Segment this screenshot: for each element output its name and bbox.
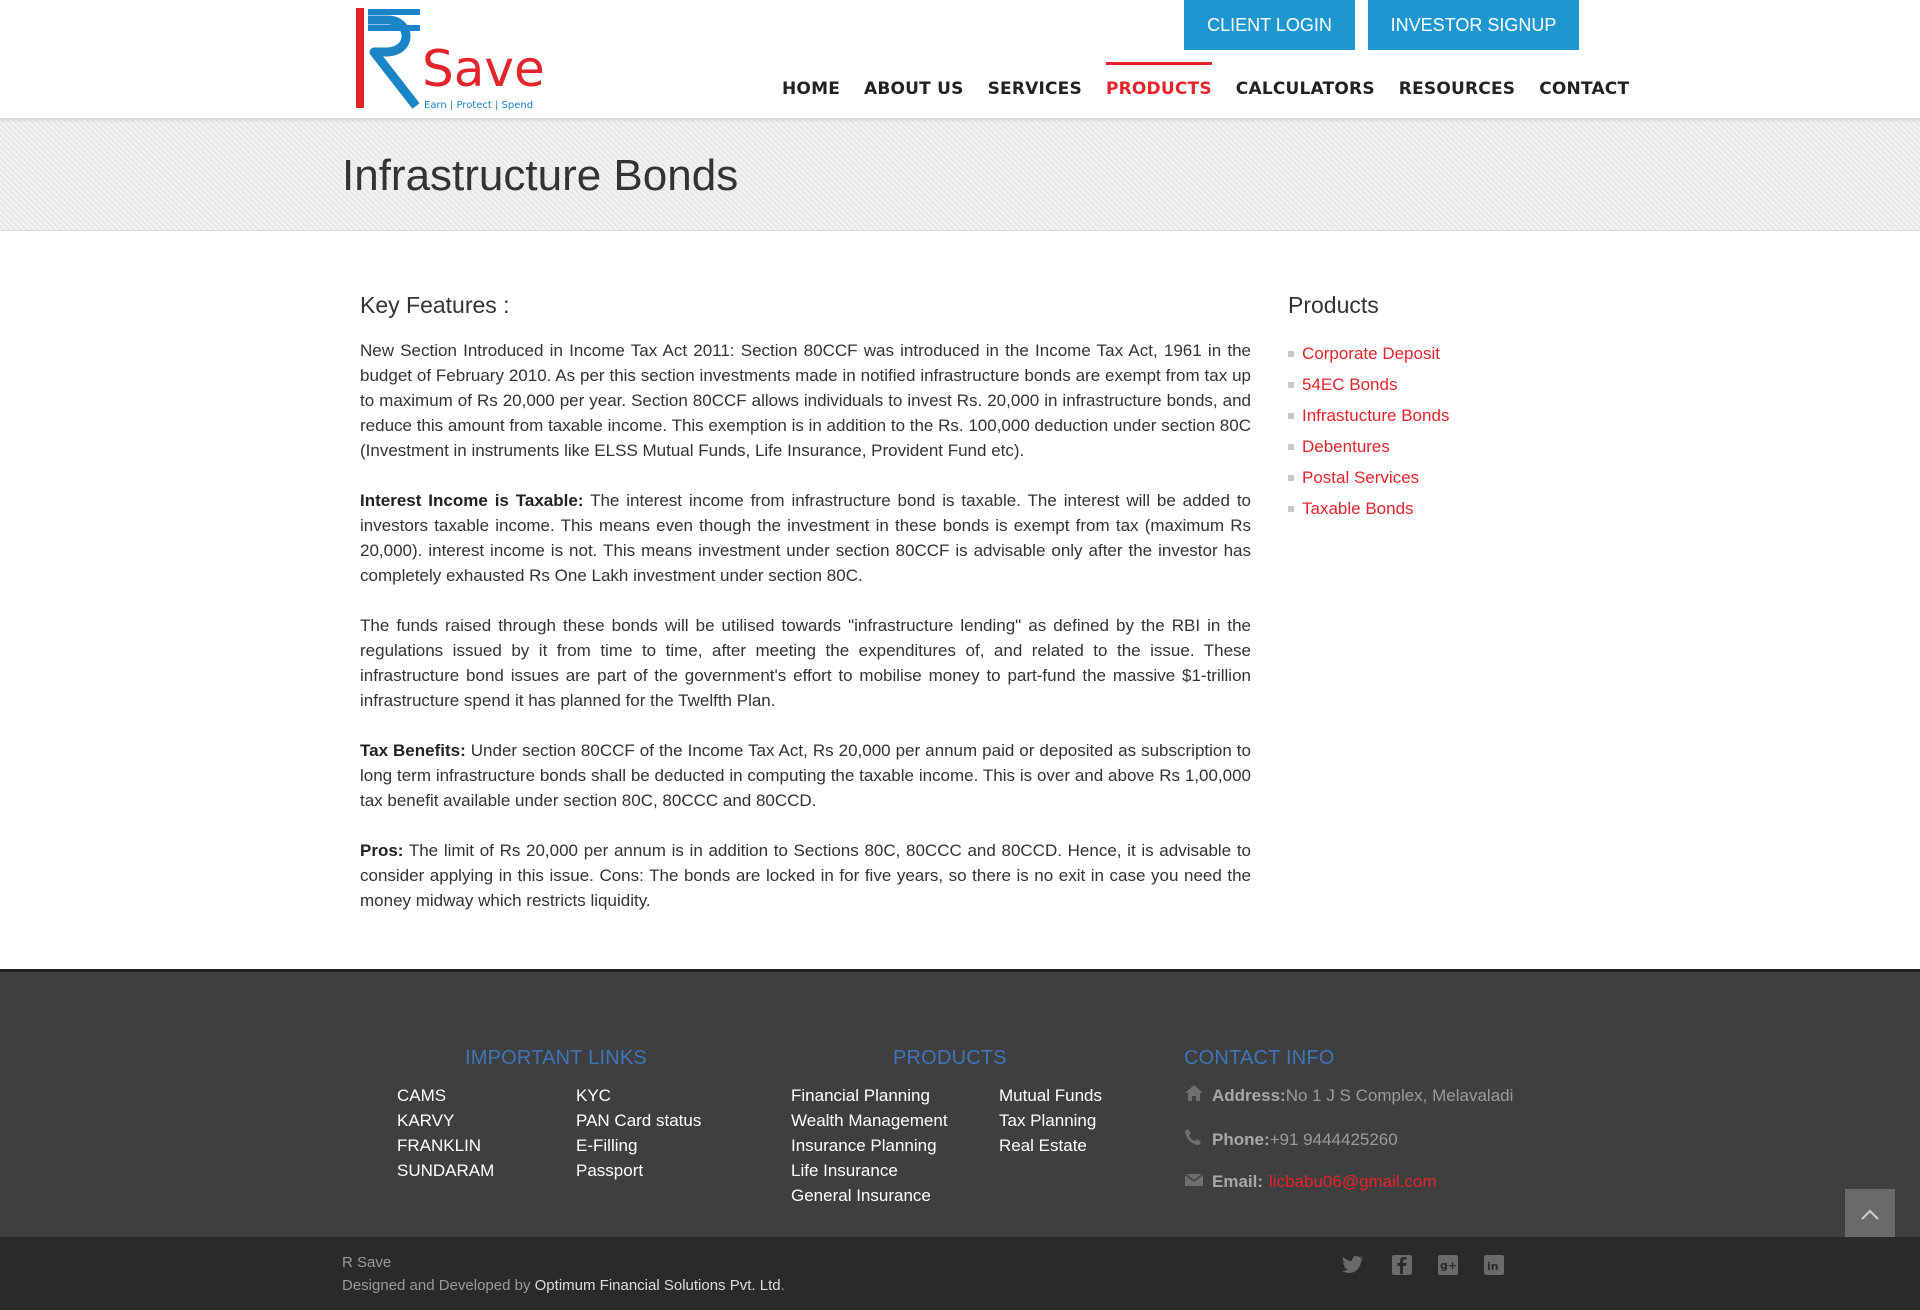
address-value: No 1 J S Complex, Melavaladi [1285, 1085, 1514, 1105]
contact-address: Address: No 1 J S Complex, Melavaladi [1184, 1084, 1513, 1107]
footer-link-passport[interactable]: Passport [576, 1158, 643, 1183]
chevron-up-icon [1861, 1209, 1879, 1220]
footer-link-e-filling[interactable]: E-Filling [576, 1133, 637, 1158]
paragraph-interest-taxable: Interest Income is Taxable: The interest… [360, 488, 1251, 588]
page-title-band: Infrastructure Bonds [0, 119, 1920, 231]
contact-phone: Phone: +91 9444425260 [1184, 1128, 1398, 1151]
site-name: R Save [342, 1254, 392, 1271]
footer-link-wealth-management[interactable]: Wealth Management [791, 1108, 948, 1133]
designed-by-text: Designed and Developed by [342, 1277, 535, 1294]
footer-link-franklin[interactable]: FRANKLIN [397, 1133, 481, 1158]
important-links-heading: IMPORTANT LINKS [465, 1047, 647, 1069]
footer-products-heading: PRODUCTS [893, 1047, 1007, 1069]
footer-link-life-insurance[interactable]: Life Insurance [791, 1158, 898, 1183]
footer-link-real-estate[interactable]: Real Estate [999, 1133, 1087, 1158]
paragraph-funds-usage: The funds raised through these bonds wil… [360, 613, 1251, 713]
paragraph-label: Interest Income is Taxable: [360, 491, 584, 510]
google-plus-icon[interactable]: g+ [1436, 1253, 1460, 1277]
svg-text:in: in [1487, 1260, 1499, 1273]
email-label: Email: [1212, 1172, 1264, 1191]
phone-icon [1184, 1128, 1206, 1151]
main-nav: HOME ABOUT US SERVICES PRODUCTS CALCULAT… [770, 62, 1641, 116]
footer-link-mutual-funds[interactable]: Mutual Funds [999, 1083, 1102, 1108]
site-footer: IMPORTANT LINKS CAMS KARVY FRANKLIN SUND… [0, 969, 1920, 1240]
phone-value: +91 9444425260 [1269, 1129, 1398, 1149]
developer-link[interactable]: Optimum Financial Solutions Pvt. Ltd [535, 1277, 781, 1294]
footer-link-cams[interactable]: CAMS [397, 1083, 446, 1108]
main-content: Key Features : New Section Introduced in… [360, 284, 1251, 938]
paragraph-label: Pros: [360, 841, 404, 860]
sidebar-heading: Products [1288, 292, 1379, 318]
twitter-icon[interactable] [1341, 1253, 1365, 1277]
sidebar-item-postal-services[interactable]: Postal Services [1288, 462, 1578, 493]
home-icon [1184, 1084, 1206, 1107]
paragraph-text: The funds raised through these bonds wil… [360, 616, 1251, 710]
sidebar-product-list: Corporate Deposit 54EC Bonds Infrastuctu… [1288, 338, 1578, 524]
key-features-heading: Key Features : [360, 292, 510, 318]
sidebar-item-taxable-bonds[interactable]: Taxable Bonds [1288, 493, 1578, 524]
nav-contact[interactable]: CONTACT [1527, 62, 1641, 116]
footer-link-pan-card-status[interactable]: PAN Card status [576, 1108, 701, 1133]
paragraph-pros: Pros: The limit of Rs 20,000 per annum i… [360, 838, 1251, 913]
paragraph-label: Tax Benefits: [360, 741, 466, 760]
envelope-icon [1184, 1172, 1206, 1192]
footer-link-karvy[interactable]: KARVY [397, 1108, 454, 1133]
sidebar-item-54ec-bonds[interactable]: 54EC Bonds [1288, 369, 1578, 400]
sidebar-item-infrastructure-bonds[interactable]: Infrastucture Bonds [1288, 400, 1578, 431]
sidebar-item-corporate-deposit[interactable]: Corporate Deposit [1288, 338, 1578, 369]
paragraph-tax-benefits: Tax Benefits: Under section 80CCF of the… [360, 738, 1251, 813]
footer-link-tax-planning[interactable]: Tax Planning [999, 1108, 1096, 1133]
nav-calculators[interactable]: CALCULATORS [1224, 62, 1387, 116]
nav-resources[interactable]: RESOURCES [1387, 62, 1527, 116]
nav-services[interactable]: SERVICES [976, 62, 1094, 116]
site-logo[interactable]: Save Earn | Protect | Spend [354, 6, 584, 116]
linkedin-icon[interactable]: in [1482, 1253, 1506, 1277]
investor-signup-button[interactable]: INVESTOR SIGNUP [1368, 0, 1579, 50]
footer-link-sundaram[interactable]: SUNDARAM [397, 1158, 494, 1183]
site-header: Save Earn | Protect | Spend CLIENT LOGIN… [0, 0, 1920, 119]
contact-info-heading: CONTACT INFO [1184, 1047, 1335, 1069]
logo-wordmark: Save [422, 40, 545, 98]
phone-label: Phone: [1212, 1129, 1270, 1149]
scroll-to-top-button[interactable] [1845, 1189, 1895, 1239]
page-title: Infrastructure Bonds [342, 151, 739, 200]
products-sidebar: Products Corporate Deposit 54EC Bonds In… [1288, 284, 1578, 524]
paragraph-text: New Section Introduced in Income Tax Act… [360, 341, 1251, 460]
nav-home[interactable]: HOME [770, 62, 852, 116]
credit-period: . [780, 1277, 785, 1294]
address-label: Address: [1212, 1085, 1286, 1105]
sidebar-item-debentures[interactable]: Debentures [1288, 431, 1578, 462]
logo-tagline: Earn | Protect | Spend [424, 100, 534, 111]
copyright-bar: R Save Designed and Developed by Optimum… [0, 1237, 1920, 1310]
developer-credit: Designed and Developed by Optimum Financ… [342, 1276, 785, 1296]
paragraph-text: The limit of Rs 20,000 per annum is in a… [360, 841, 1251, 910]
contact-email: Email: licbabu06@gmail.com [1184, 1172, 1437, 1192]
email-link[interactable]: licbabu06@gmail.com [1269, 1172, 1437, 1192]
footer-link-financial-planning[interactable]: Financial Planning [791, 1083, 930, 1108]
nav-products[interactable]: PRODUCTS [1094, 62, 1224, 116]
nav-about-us[interactable]: ABOUT US [852, 62, 976, 116]
footer-link-insurance-planning[interactable]: Insurance Planning [791, 1133, 937, 1158]
footer-link-kyc[interactable]: KYC [576, 1083, 611, 1108]
paragraph-section-80ccf: New Section Introduced in Income Tax Act… [360, 338, 1251, 463]
client-login-button[interactable]: CLIENT LOGIN [1184, 0, 1355, 50]
paragraph-text: Under section 80CCF of the Income Tax Ac… [360, 741, 1251, 810]
svg-text:g+: g+ [1440, 1259, 1457, 1272]
facebook-icon[interactable] [1390, 1253, 1414, 1277]
footer-link-general-insurance[interactable]: General Insurance [791, 1183, 931, 1208]
